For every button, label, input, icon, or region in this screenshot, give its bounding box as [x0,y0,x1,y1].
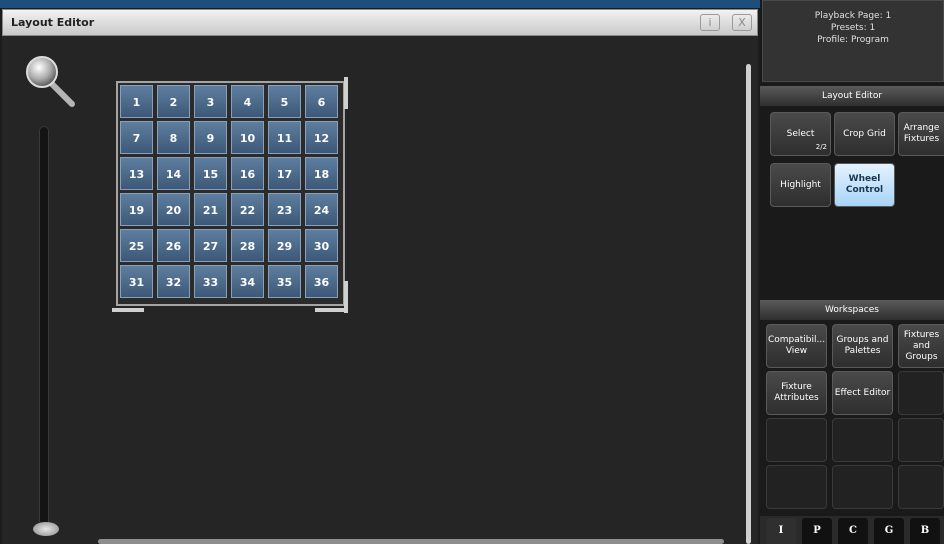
fixture-grid[interactable]: 1 2 3 4 5 6 7 8 9 10 11 12 13 14 15 16 17 18 19 20 21 22 23 24 2… [116,81,345,306]
status-presets: Presets: 1 [830,23,876,33]
fixture-cell[interactable]: 12 [305,121,338,154]
workspace-slot-empty[interactable] [898,465,944,509]
horizontal-scrollbar[interactable] [98,539,724,544]
fixture-cell[interactable]: 29 [268,229,301,262]
fixture-cell[interactable]: 10 [231,121,264,154]
tab-c[interactable]: C [838,518,868,544]
fixture-cell[interactable]: 15 [194,157,227,190]
crop-grid-label: Crop Grid [843,128,886,139]
fixture-cell[interactable]: 17 [268,157,301,190]
effect-editor-button[interactable]: Effect Editor [832,371,893,415]
zoom-slider-thumb[interactable] [33,522,59,536]
arrange-fixtures-label: Arrange Fixtures [903,123,940,144]
status-profile: Profile: Program [817,35,889,45]
title-bar: Layout Editor i X [2,9,758,36]
fixture-cell[interactable]: 5 [268,85,301,118]
zoom-slider-track[interactable] [39,126,49,526]
workspace-slot-empty[interactable] [766,418,827,462]
fixture-cell[interactable]: 22 [231,193,264,226]
workspace-slot-empty[interactable] [832,418,893,462]
select-button-label: Select [786,128,815,139]
tab-g[interactable]: G [874,518,904,544]
workspace-slot-empty[interactable] [898,418,944,462]
fixture-cell[interactable]: 31 [120,265,153,298]
fixture-cell[interactable]: 24 [305,193,338,226]
layout-canvas[interactable]: 1 2 3 4 5 6 7 8 9 10 11 12 13 14 15 16 17 18 19 20 21 22 23 24 2… [2,36,758,544]
wheel-control-button[interactable]: Wheel Control [834,163,895,207]
highlight-button[interactable]: Highlight [770,163,831,207]
fixture-cell[interactable]: 33 [194,265,227,298]
fixture-cell[interactable]: 1 [120,85,153,118]
fixture-cell[interactable]: 16 [231,157,264,190]
compatibility-view-label: Compatibil... View [767,335,826,356]
info-button[interactable]: i [700,14,720,31]
fixture-cell[interactable]: 23 [268,193,301,226]
fixture-cell[interactable]: 27 [194,229,227,262]
arrange-fixtures-button[interactable]: Arrange Fixtures [898,112,944,156]
window-top-accent [0,0,760,8]
crop-grid-button[interactable]: Crop Grid [834,112,895,156]
select-button-counter: 2/2 [815,143,827,151]
fixture-cell[interactable]: 32 [157,265,190,298]
crop-handle-top-right[interactable] [344,77,348,109]
fixture-cell[interactable]: 20 [157,193,190,226]
window-title: Layout Editor [11,16,95,29]
fixture-cell[interactable]: 26 [157,229,190,262]
workspace-slot-empty[interactable] [766,465,827,509]
wheel-control-label: Wheel Control [845,174,884,195]
fixture-cell[interactable]: 21 [194,193,227,226]
fixture-cell[interactable]: 6 [305,85,338,118]
fixture-cell[interactable]: 19 [120,193,153,226]
fixture-attributes-label: Fixture Attributes [774,382,819,403]
crop-handle-bottom-right-horizontal[interactable] [315,308,348,312]
highlight-label: Highlight [780,179,821,190]
fixtures-and-groups-label: Fixtures and Groups [903,329,940,362]
status-playback-page: Playback Page: 1 [814,11,892,21]
fixture-cell[interactable]: 34 [231,265,264,298]
fixture-cell[interactable]: 11 [268,121,301,154]
layout-editor-header: Layout Editor [760,86,944,106]
fixture-cell[interactable]: 30 [305,229,338,262]
tab-i[interactable]: I [766,518,796,544]
fixture-cell[interactable]: 9 [194,121,227,154]
close-button[interactable]: X [732,14,752,31]
status-box: Playback Page: 1 Presets: 1 Profile: Pro… [762,0,944,82]
crop-handle-bottom-left[interactable] [112,308,144,312]
compatibility-view-button[interactable]: Compatibil... View [766,324,827,368]
tab-b[interactable]: B [910,518,940,544]
fixture-cell[interactable]: 8 [157,121,190,154]
groups-and-palettes-button[interactable]: Groups and Palettes [832,324,893,368]
fixture-cell[interactable]: 4 [231,85,264,118]
select-button[interactable]: Select 2/2 [770,112,831,156]
fixture-cell[interactable]: 13 [120,157,153,190]
fixture-cell[interactable]: 25 [120,229,153,262]
magnifier-icon[interactable] [22,54,82,118]
fixture-cell[interactable]: 28 [231,229,264,262]
tab-p[interactable]: P [802,518,832,544]
groups-and-palettes-label: Groups and Palettes [836,335,889,356]
fixture-cell[interactable]: 18 [305,157,338,190]
fixture-cell[interactable]: 36 [305,265,338,298]
vertical-scrollbar[interactable] [746,64,751,544]
fixture-cell[interactable]: 3 [194,85,227,118]
fixture-attributes-button[interactable]: Fixture Attributes [766,371,827,415]
right-panel: Playback Page: 1 Presets: 1 Profile: Pro… [760,0,944,544]
fixture-cell[interactable]: 2 [157,85,190,118]
fixtures-and-groups-button[interactable]: Fixtures and Groups [898,324,944,368]
fixture-cell[interactable]: 14 [157,157,190,190]
effect-editor-label: Effect Editor [834,387,891,398]
fixture-cell[interactable]: 7 [120,121,153,154]
workspaces-header: Workspaces [760,300,944,320]
workspace-slot-empty[interactable] [898,371,944,415]
tab-bar: I P C G B [760,516,944,544]
workspace-slot-empty[interactable] [832,465,893,509]
fixture-cell[interactable]: 35 [268,265,301,298]
